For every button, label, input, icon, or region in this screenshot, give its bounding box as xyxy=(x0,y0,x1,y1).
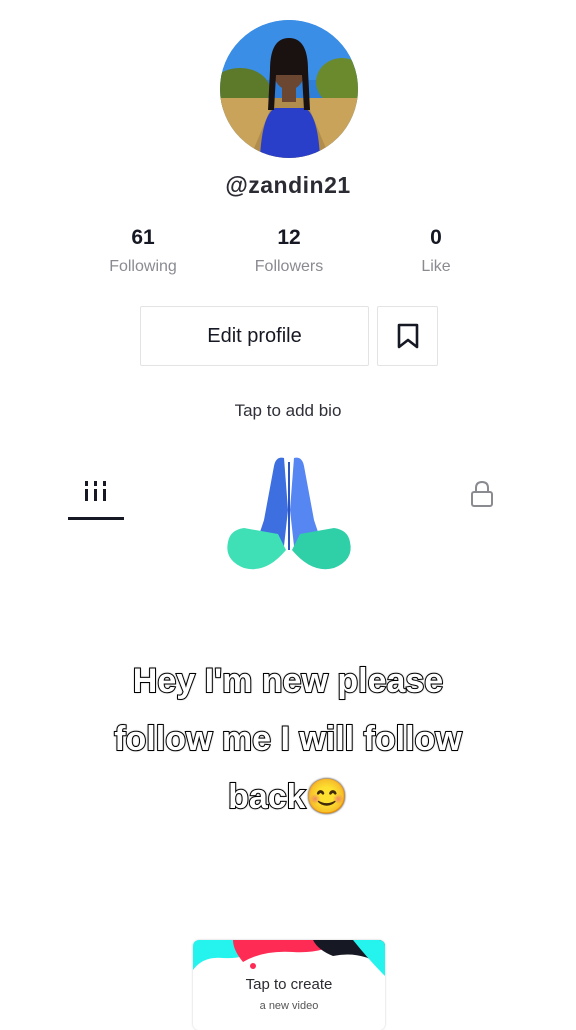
smiling-face-emoji: 😊 xyxy=(305,778,348,816)
stat-followers-label: Followers xyxy=(254,258,324,275)
grid-icon xyxy=(85,481,106,501)
create-card-subtitle: a new video xyxy=(259,1000,319,1012)
caption-line-1: Hey I'm new please xyxy=(132,661,444,701)
avatar-photo xyxy=(220,20,358,158)
stat-following-label: Following xyxy=(109,258,177,275)
caption-line-3-text: back xyxy=(227,777,306,817)
profile-username: @zandin21 xyxy=(225,172,351,198)
caption-line-3: back😊 xyxy=(0,768,576,826)
stat-likes-label: Like xyxy=(421,258,451,275)
tab-videos[interactable] xyxy=(68,474,124,520)
praying-hands-sticker xyxy=(222,450,356,575)
lock-icon xyxy=(471,480,493,507)
stat-following-value: 61 xyxy=(131,226,155,249)
create-card-title: Tap to create xyxy=(245,976,333,993)
stat-followers-value: 12 xyxy=(277,226,301,249)
create-card-banner xyxy=(193,940,385,976)
edit-profile-button[interactable]: Edit profile xyxy=(140,306,369,366)
stat-likes-value: 0 xyxy=(430,226,442,249)
favorites-button[interactable] xyxy=(377,306,438,366)
stat-following[interactable]: 61 Following xyxy=(83,226,203,276)
stat-followers[interactable]: 12 Followers xyxy=(229,226,349,276)
active-tab-indicator xyxy=(68,517,124,520)
stat-likes[interactable]: 0 Like xyxy=(376,226,496,276)
tab-private[interactable] xyxy=(466,478,498,510)
bookmark-icon xyxy=(397,323,418,349)
tap-to-create-card[interactable]: Tap to create a new video xyxy=(193,940,385,1030)
add-bio-prompt[interactable]: Tap to add bio xyxy=(0,401,576,421)
caption-line-2: follow me I will follow xyxy=(113,719,463,759)
profile-avatar[interactable] xyxy=(220,20,358,158)
